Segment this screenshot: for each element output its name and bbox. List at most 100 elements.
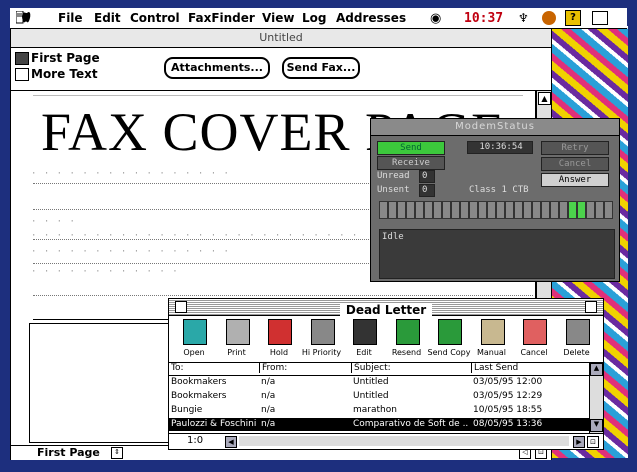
meter-bar <box>433 201 442 219</box>
meter-bar <box>550 201 559 219</box>
modem-log: Idle <box>379 229 615 279</box>
meter-bar <box>559 201 568 219</box>
grow-box-icon[interactable]: ⊡ <box>587 436 599 448</box>
cell-last-send: 08/05/95 13:36 <box>473 419 543 429</box>
dead-letter-footer: 1:0 ◀ ▶ ⊡ <box>169 433 603 449</box>
modem-signal-meter <box>379 201 613 223</box>
subject-field-placeholder: · · · · · · · · · · · · · · · · <box>31 169 230 179</box>
menu-addresses[interactable]: Addresses <box>336 11 406 25</box>
list-scrollbar[interactable]: ▲ ▼ <box>589 363 603 433</box>
message-body-box[interactable] <box>29 323 171 443</box>
app-switcher-icon[interactable] <box>542 11 556 25</box>
col-last-send-header[interactable]: Last Send <box>471 363 590 373</box>
col-from-header[interactable]: From: <box>259 363 350 373</box>
table-row[interactable]: Paulozzi & Foschini n/a Comparativo de Sof… <box>169 418 589 431</box>
send-mode-button[interactable]: Send <box>377 141 445 155</box>
eye-icon[interactable]: ◉ <box>430 11 441 26</box>
tool-delete-button[interactable]: Delete <box>556 316 598 362</box>
col-to-header[interactable]: To: <box>171 363 257 373</box>
message-count: 1:0 <box>187 435 204 446</box>
current-page-label[interactable]: First Page <box>37 446 100 459</box>
unsent-label: Unsent <box>377 185 410 195</box>
apple-menu-icon[interactable] <box>16 11 32 25</box>
close-box-icon[interactable] <box>175 301 187 313</box>
finder-icon[interactable] <box>592 11 608 25</box>
answer-button[interactable]: Answer <box>541 173 609 187</box>
dead-letter-title-bar[interactable]: Dead Letter <box>169 299 603 317</box>
meter-bar <box>415 201 424 219</box>
meter-bar <box>397 201 406 219</box>
page-icon[interactable] <box>15 52 29 65</box>
page-list-item[interactable]: More Text <box>31 67 98 81</box>
horizontal-scrollbar[interactable] <box>239 436 569 446</box>
open-icon <box>183 319 207 345</box>
cell-subject: marathon <box>353 405 397 415</box>
meter-bar <box>586 201 595 219</box>
meter-bar <box>478 201 487 219</box>
menu-log[interactable]: Log <box>302 11 326 25</box>
scroll-left-icon[interactable]: ◀ <box>225 436 237 448</box>
meter-bar <box>532 201 541 219</box>
meter-bar <box>388 201 397 219</box>
meter-bar <box>379 201 388 219</box>
dead-letter-toolbar: Open Print Hold Hi Priority Edit Resend Send C… <box>169 316 603 363</box>
modem-window-title[interactable]: ModemStatus <box>371 119 619 136</box>
manual-icon <box>480 319 505 345</box>
modem-menu-icon[interactable]: ♆ <box>518 11 529 25</box>
delete-icon <box>565 319 590 345</box>
page-popup-icon[interactable]: ⇕ <box>111 447 123 459</box>
receive-mode-button[interactable]: Receive <box>377 156 445 170</box>
cell-subject: Comparativo de Soft de ... <box>353 419 469 429</box>
cancel-icon <box>523 319 547 345</box>
table-row[interactable]: Bookmakers n/a Untitled 03/05/95 12:29 <box>169 390 589 403</box>
meter-bar <box>496 201 505 219</box>
cell-to: Bookmakers <box>171 377 227 387</box>
retry-button[interactable]: Retry <box>541 141 609 155</box>
scroll-up-icon[interactable]: ▲ <box>590 363 603 376</box>
meter-bar <box>604 201 613 219</box>
cell-to: Paulozzi & Foschini <box>171 419 257 429</box>
menu-edit[interactable]: Edit <box>94 11 121 25</box>
menu-faxfinder[interactable]: FaxFinder <box>188 11 255 25</box>
edit-icon <box>353 319 377 345</box>
scroll-right-icon[interactable]: ▶ <box>573 436 585 448</box>
table-row[interactable]: Bungie n/a marathon 10/05/95 18:55 <box>169 404 589 417</box>
attachments-button[interactable]: Attachments... <box>165 58 269 78</box>
col-subject-header[interactable]: Subject: <box>351 363 472 373</box>
help-icon[interactable]: ? <box>565 10 581 26</box>
cell-last-send: 03/05/95 12:29 <box>473 391 543 401</box>
send-copy-icon <box>438 319 462 345</box>
meter-bar <box>514 201 523 219</box>
cell-subject: Untitled <box>353 377 389 387</box>
meter-bar <box>460 201 469 219</box>
window-title[interactable]: Untitled <box>11 29 551 48</box>
menu-control[interactable]: Control <box>130 11 180 25</box>
unsent-count: 0 <box>419 184 435 197</box>
scroll-down-icon[interactable]: ▼ <box>590 419 603 432</box>
send-fax-button[interactable]: Send Fax... <box>283 58 359 78</box>
page-icon[interactable] <box>15 68 29 81</box>
cell-from: n/a <box>261 377 276 387</box>
modem-status-window: ModemStatus Send Receive 10:36:54 Retry … <box>370 118 620 282</box>
dead-letter-window: Dead Letter Open Print Hold Hi Priority Edit… <box>168 298 604 450</box>
address-field-placeholder: · · · · · · · · · · · · · · · · <box>31 247 230 257</box>
cell-from: n/a <box>261 391 276 401</box>
menu-view[interactable]: View <box>262 11 294 25</box>
meter-bar <box>577 201 586 219</box>
menu-clock[interactable]: 10:37 <box>464 11 503 26</box>
cancel-button[interactable]: Cancel <box>541 157 609 171</box>
zoom-box-icon[interactable] <box>585 301 597 313</box>
meter-bar <box>424 201 433 219</box>
from-field-placeholder: · · · · <box>31 217 76 227</box>
hold-icon <box>268 319 292 345</box>
phone-field-placeholder: · · · · · · · · · · · · · · · · · · · · … <box>31 231 359 241</box>
scroll-up-icon[interactable]: ▲ <box>538 92 551 105</box>
cell-subject: Untitled <box>353 391 389 401</box>
table-row[interactable]: Bookmakers n/a Untitled 03/05/95 12:00 <box>169 376 589 389</box>
menu-file[interactable]: File <box>58 11 83 25</box>
tool-label: Delete <box>563 348 590 357</box>
meter-bar <box>568 201 577 219</box>
hi-priority-icon <box>310 319 335 345</box>
page-list-item[interactable]: First Page <box>31 51 100 65</box>
cell-to: Bookmakers <box>171 391 227 401</box>
